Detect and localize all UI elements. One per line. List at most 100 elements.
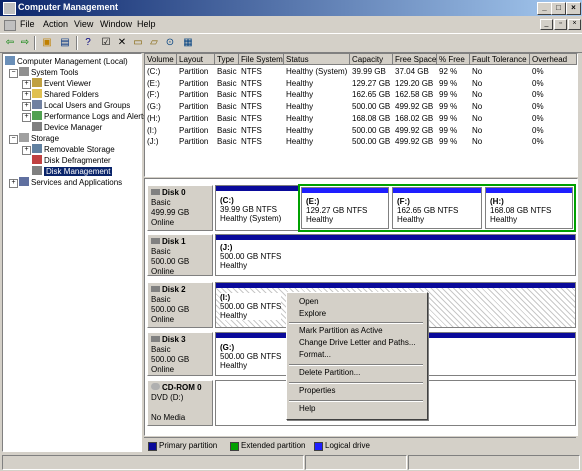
status-pane-2	[305, 455, 407, 470]
toolbar: ⇦ ⇨ ▣ ▤ ? ☑ ✕ ▭ ▱ ⊙ ▦	[0, 33, 582, 53]
table-cell: Basic	[217, 67, 237, 76]
partition-h[interactable]: (H:) 168.08 GB NTFS Healthy	[485, 187, 573, 229]
partition-f[interactable]: (F:) 162.65 GB NTFS Healthy	[392, 187, 482, 229]
menu-window[interactable]: Window	[100, 19, 132, 29]
col-type[interactable]: Type	[215, 54, 239, 65]
up-folder-icon[interactable]: ▣	[40, 36, 54, 49]
disk-0-label[interactable]: Disk 0 Basic 499.99 GB Online	[147, 185, 213, 231]
table-row[interactable]: (H:)	[145, 113, 177, 125]
menu-item-change-drive-letter[interactable]: Change Drive Letter and Paths...	[299, 338, 416, 347]
menu-item-mark-active[interactable]: Mark Partition as Active	[299, 326, 383, 335]
open-folder-icon[interactable]: ▱	[147, 36, 161, 49]
context-menu: Open Explore Mark Partition as Active Ch…	[286, 292, 428, 420]
tree-local-users[interactable]: Local Users and Groups	[32, 100, 130, 111]
tree-event-viewer[interactable]: Event Viewer	[32, 78, 91, 89]
console-tree[interactable]: Computer Management (Local) − System Too…	[2, 53, 147, 452]
tree-system-tools[interactable]: System Tools	[19, 67, 78, 78]
table-row[interactable]: (G:)	[145, 101, 177, 113]
partition-e[interactable]: (E:) 129.27 GB NTFS Healthy	[301, 187, 389, 229]
table-cell: Healthy	[286, 102, 314, 112]
menu-item-properties[interactable]: Properties	[299, 386, 335, 395]
menu-item-format[interactable]: Format...	[299, 350, 331, 359]
partition-c[interactable]: (C:) 39.99 GB NTFS Healthy (System)	[215, 185, 299, 231]
table-row[interactable]: (E:)	[145, 78, 177, 90]
table-cell: 499.92 GB	[395, 102, 434, 112]
legend-extended: Extended partition	[241, 441, 306, 450]
menu-action[interactable]: Action	[43, 19, 68, 29]
tree-root[interactable]: Computer Management (Local)	[5, 56, 128, 67]
menu-item-open[interactable]: Open	[299, 297, 319, 306]
table-row[interactable]: (C:)	[145, 66, 177, 78]
expander-system-tools[interactable]: −	[9, 69, 18, 78]
refresh-icon[interactable]: ▦	[181, 36, 195, 49]
col-free-space[interactable]: Free Space	[393, 54, 437, 65]
col-overhead[interactable]: Overhead	[530, 54, 577, 65]
title-bar[interactable]: Computer Management _ □ ×	[0, 0, 582, 16]
col-capacity[interactable]: Capacity	[350, 54, 393, 65]
col-layout[interactable]: Layout	[177, 54, 215, 65]
menu-help[interactable]: Help	[137, 19, 156, 29]
table-cell: 99 %	[439, 78, 458, 88]
menu-item-explore[interactable]: Explore	[299, 309, 326, 318]
maximize-button[interactable]: □	[551, 2, 566, 15]
col-volume[interactable]: Volume	[145, 54, 177, 65]
help-icon[interactable]: ?	[81, 36, 95, 49]
col-status[interactable]: Status	[284, 54, 350, 65]
expander-storage[interactable]: −	[9, 135, 18, 144]
disk-1-label[interactable]: Disk 1 Basic 500.00 GB Online	[147, 234, 213, 276]
tree-removable-storage[interactable]: Removable Storage	[32, 144, 115, 155]
menu-item-delete-partition[interactable]: Delete Partition...	[299, 368, 360, 377]
tree-perf-logs[interactable]: Performance Logs and Alerts	[32, 111, 147, 122]
menu-view[interactable]: View	[74, 19, 93, 29]
table-row[interactable]: (F:)	[145, 89, 177, 101]
col-fault-tolerance[interactable]: Fault Tolerance	[470, 54, 530, 65]
legend: Primary partition Extended partition Log…	[144, 437, 576, 452]
tree-storage[interactable]: Storage	[19, 133, 59, 144]
extended-partition[interactable]: (E:) 129.27 GB NTFS Healthy (F:) 162.65 GB …	[298, 184, 576, 232]
table-row[interactable]: (I:)	[145, 125, 177, 137]
table-cell: 162.65 GB	[352, 90, 391, 100]
menu-bar: File Action View Window Help	[0, 17, 582, 32]
delete-icon[interactable]: ✕	[115, 36, 129, 49]
menu-file[interactable]: File	[20, 19, 35, 29]
table-cell: 0%	[532, 125, 544, 135]
table-row[interactable]: (J:)	[145, 136, 177, 148]
tree-disk-management[interactable]: Disk Management	[32, 166, 113, 177]
table-cell: No	[472, 102, 483, 112]
mdi-close-button[interactable]: ×	[568, 19, 581, 30]
show-tree-icon[interactable]: ▤	[58, 36, 72, 49]
expander-perf-logs[interactable]: +	[22, 113, 31, 122]
expander-shared-folders[interactable]: +	[22, 91, 31, 100]
expander-services[interactable]: +	[9, 179, 18, 188]
forward-icon[interactable]: ⇨	[18, 36, 32, 49]
col-file-system[interactable]: File System	[239, 54, 284, 65]
folder-icon[interactable]: ▭	[131, 36, 145, 49]
table-cell: 0%	[532, 78, 544, 88]
table-cell: 0%	[532, 90, 544, 100]
tree-services[interactable]: Services and Applications	[19, 177, 122, 188]
close-button[interactable]: ×	[566, 2, 581, 15]
table-cell: Partition	[179, 67, 209, 76]
volume-list[interactable]: Volume Layout Type File System Status Ca…	[144, 53, 578, 177]
mdi-minimize-button[interactable]: _	[540, 19, 553, 30]
expander-removable[interactable]: +	[22, 146, 31, 155]
tree-disk-defragmenter[interactable]: Disk Defragmenter	[32, 155, 111, 166]
expander-event-viewer[interactable]: +	[22, 80, 31, 89]
disk-2-label[interactable]: Disk 2 Basic 500.00 GB Online	[147, 282, 213, 328]
table-cell: Partition	[179, 102, 209, 112]
table-cell: Basic	[217, 113, 237, 123]
tree-shared-folders[interactable]: Shared Folders	[32, 89, 99, 100]
tree-device-manager[interactable]: Device Manager	[32, 122, 102, 133]
cdrom-0-label[interactable]: CD-ROM 0 DVD (D:) No Media	[147, 380, 213, 426]
properties-icon[interactable]: ☑	[99, 36, 113, 49]
expander-local-users[interactable]: +	[22, 102, 31, 111]
back-icon[interactable]: ⇦	[3, 36, 17, 49]
menu-item-help[interactable]: Help	[299, 404, 315, 413]
minimize-button[interactable]: _	[537, 2, 552, 15]
status-bar	[0, 453, 582, 471]
col-pct-free[interactable]: % Free	[437, 54, 470, 65]
disk-3-label[interactable]: Disk 3 Basic 500.00 GB Online	[147, 332, 213, 376]
partition-j[interactable]: (J:) 500.00 GB NTFS Healthy	[215, 234, 576, 276]
mdi-restore-button[interactable]: ▫	[554, 19, 567, 30]
search-icon[interactable]: ⊙	[163, 36, 177, 49]
